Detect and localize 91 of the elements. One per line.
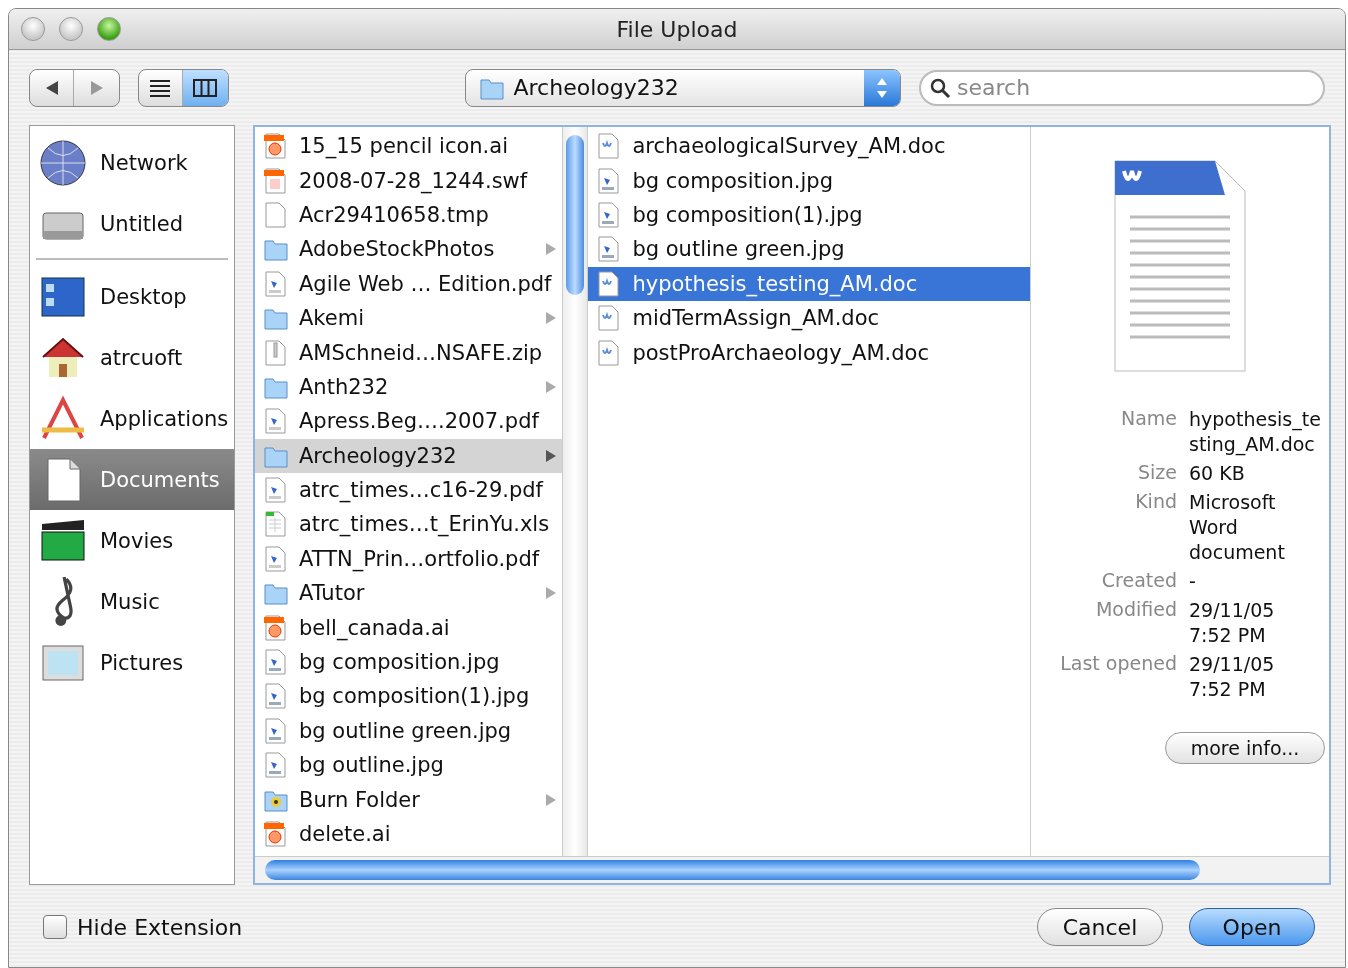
disclosure-triangle-icon: [546, 312, 557, 325]
file-row[interactable]: atrc_times…t_ErinYu.xls: [255, 507, 563, 542]
minimize-button[interactable]: [59, 17, 83, 41]
file-row[interactable]: bell_canada.ai: [255, 610, 563, 645]
disclosure-triangle-icon: [546, 793, 557, 806]
popup-arrows-icon: [864, 69, 900, 106]
sidebar-item[interactable]: Pictures: [30, 632, 234, 693]
file-row[interactable]: bg outline green.jpg: [255, 713, 563, 749]
file-row[interactable]: ATTN_Prin…ortfolio.pdf: [255, 541, 563, 577]
file-row[interactable]: bg composition(1).jpg: [255, 679, 563, 714]
file-row[interactable]: hypothesis_testing_AM.doc: [588, 266, 1030, 301]
info-value: Microsoft Word document: [1189, 490, 1286, 565]
more-info-button[interactable]: more info...: [1165, 732, 1325, 764]
file-row[interactable]: bg composition(1).jpg: [588, 197, 1030, 233]
file-icon: [263, 339, 289, 366]
file-icon: [263, 752, 289, 779]
music-note-icon: [52, 576, 74, 627]
view-mode-button[interactable]: [183, 69, 228, 106]
file-icon: [263, 614, 289, 641]
file-row[interactable]: 15_15 pencil icon.ai: [255, 129, 563, 164]
file-icon: [263, 201, 289, 228]
info-label: Kind: [1134, 490, 1177, 514]
info-value: 29/11/05 7:52 PM: [1189, 652, 1276, 702]
file-row[interactable]: atrc_times…c16-29.pdf: [255, 472, 563, 508]
file-row[interactable]: midTermAssign_AM.doc: [588, 300, 1030, 336]
window-title: File Upload: [616, 16, 738, 42]
file-icon: [263, 408, 289, 435]
file-row[interactable]: 2008-07-28_1244.swf: [255, 163, 563, 198]
file-icon: [263, 683, 289, 710]
file-icon: [263, 649, 289, 676]
sidebar-item[interactable]: Movies: [30, 510, 234, 571]
file-icon: [263, 821, 289, 847]
file-row[interactable]: bg composition.jpg: [588, 163, 1030, 198]
file-row[interactable]: delete.ai: [255, 816, 563, 852]
horizontal-scrollbar[interactable]: [255, 856, 1329, 883]
list-view-icon: [149, 77, 172, 98]
search-icon: [929, 76, 951, 99]
info-value: 60 KB: [1189, 461, 1246, 486]
close-button[interactable]: [21, 17, 45, 41]
file-row[interactable]: AdobeStockPhotos: [255, 232, 563, 267]
sidebar-item[interactable]: Untitled: [30, 193, 234, 254]
checkbox-label: Hide Extension: [77, 914, 243, 940]
file-row[interactable]: bg outline green.jpg: [588, 232, 1030, 267]
file-row[interactable]: Acr29410658.tmp: [255, 197, 563, 233]
file-icon: [263, 545, 289, 572]
disclosure-triangle-icon: [546, 243, 557, 256]
info-label: Modified: [1094, 598, 1177, 622]
vertical-scrollbar[interactable]: [562, 127, 588, 856]
sidebar-item[interactable]: atrcuoft: [30, 327, 234, 388]
sidebar-item[interactable]: Desktop: [30, 266, 234, 327]
sidebar-item[interactable]: Music: [30, 571, 234, 632]
file-icon: [263, 477, 289, 504]
globe-icon: [38, 137, 88, 188]
file-row[interactable]: Archeology232: [255, 438, 563, 473]
sidebar-item[interactable]: Network: [30, 132, 234, 193]
right-triangle-icon: [88, 79, 105, 96]
file-row[interactable]: Anth232: [255, 369, 563, 405]
file-row[interactable]: Apress.Beg….2007.pdf: [255, 404, 563, 439]
file-row[interactable]: bg composition.jpg: [255, 644, 563, 680]
dialog-button[interactable]: Cancel: [1037, 908, 1163, 946]
file-icon: [263, 133, 289, 160]
file-row[interactable]: Agile Web … Edition.pdf: [255, 266, 563, 301]
file-row[interactable]: bg outline.jpg: [255, 748, 563, 783]
checkbox[interactable]: [43, 915, 67, 939]
file-icon: [263, 270, 289, 297]
file-row[interactable]: Akemi: [255, 300, 563, 336]
file-row[interactable]: postProArchaeology_AM.doc: [588, 335, 1030, 370]
info-label: Created: [1100, 569, 1177, 593]
disclosure-triangle-icon: [546, 449, 557, 462]
file-icon: [263, 167, 289, 194]
zoom-button[interactable]: [97, 17, 121, 41]
info-value: hypothesis_te sting_AM.doc: [1189, 407, 1322, 457]
info-label: Size: [1137, 461, 1177, 485]
file-icon: [263, 717, 289, 744]
info-label: Name: [1119, 407, 1177, 431]
search-field[interactable]: search: [919, 69, 1325, 106]
file-row[interactable]: AMSchneid…NSAFE.zip: [255, 335, 563, 370]
file-icon: [263, 511, 289, 538]
file-row[interactable]: Burn Folder: [255, 782, 563, 817]
info-value: 29/11/05 7:52 PM: [1189, 598, 1276, 648]
info-value: -: [1189, 569, 1197, 594]
sidebar-item[interactable]: Applications: [30, 388, 234, 449]
column-view-icon: [193, 77, 218, 98]
dialog-button[interactable]: Open: [1189, 908, 1315, 946]
info-label: Last opened: [1059, 652, 1177, 676]
file-row[interactable]: archaeologicalSurvey_AM.doc: [588, 129, 1030, 164]
file-row[interactable]: ATutor: [255, 576, 563, 611]
disclosure-triangle-icon: [546, 587, 557, 600]
location-popup[interactable]: Archeology232: [464, 68, 901, 107]
sidebar-item[interactable]: Documents: [30, 449, 234, 510]
disclosure-triangle-icon: [546, 380, 557, 393]
